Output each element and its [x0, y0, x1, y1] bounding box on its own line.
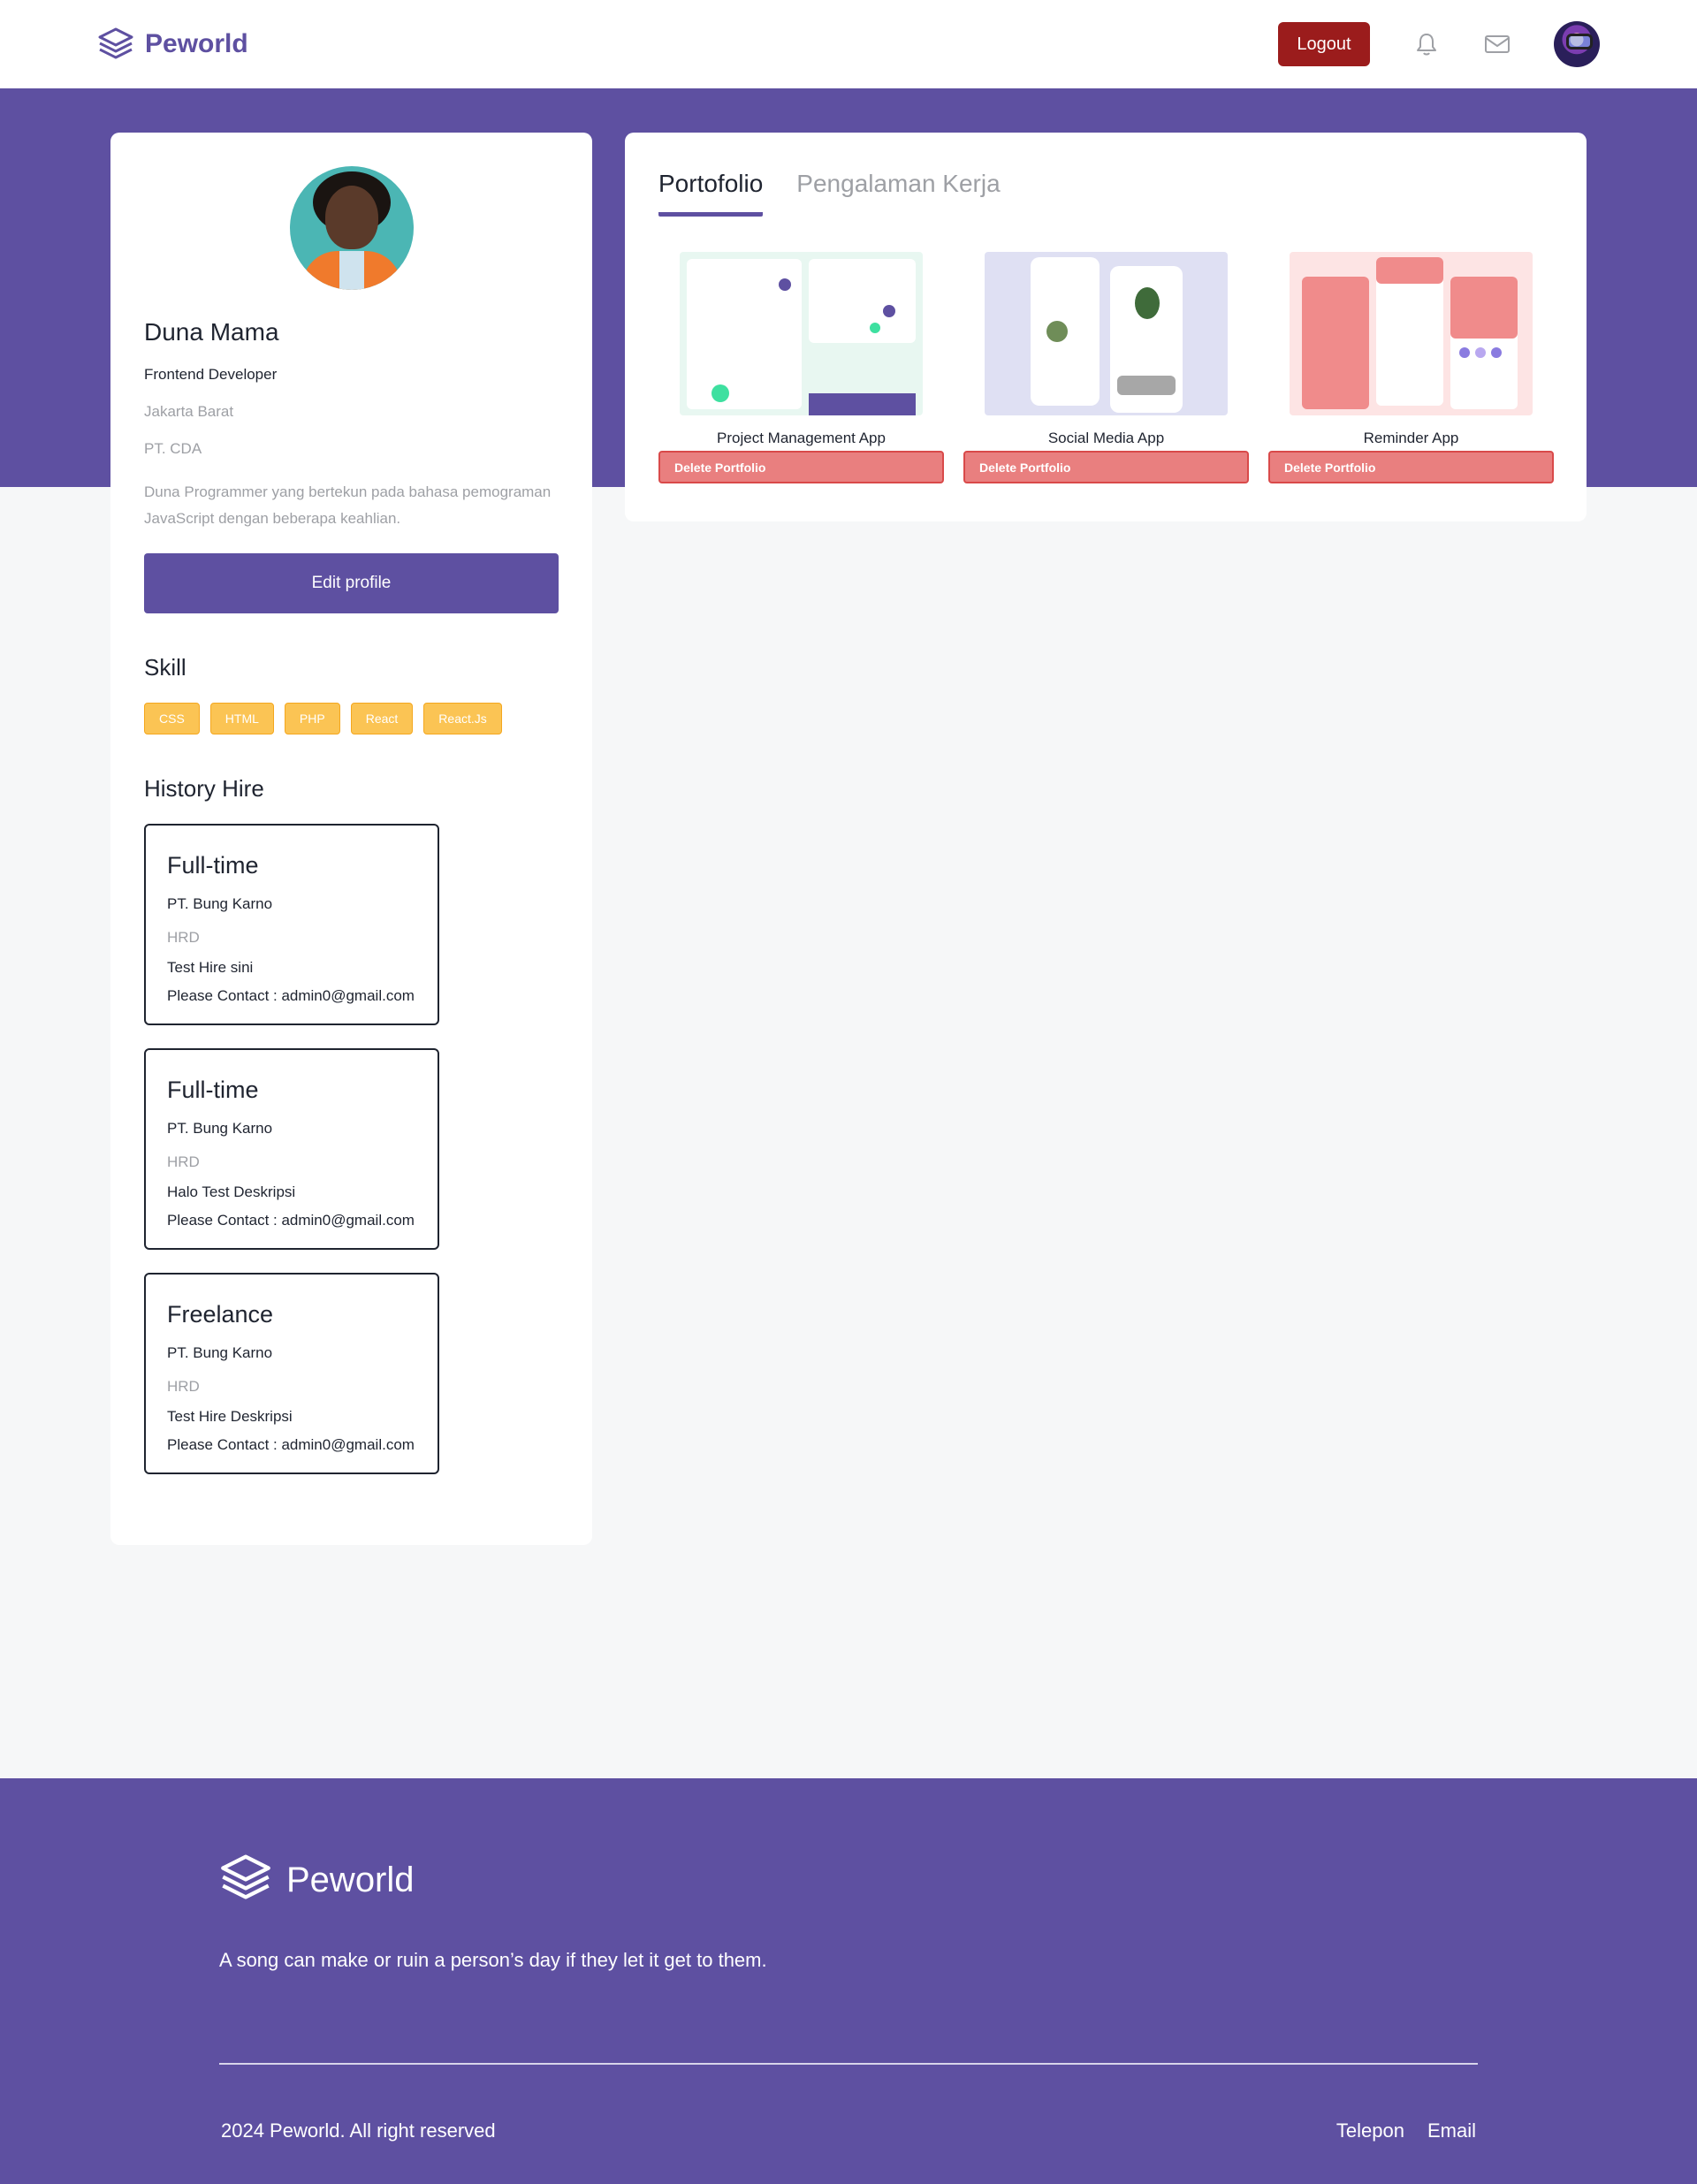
- portfolio-item: Social Media App Delete Portfolio: [963, 252, 1249, 483]
- delete-portfolio-button[interactable]: Delete Portfolio: [1268, 451, 1554, 483]
- skill-title: Skill: [144, 654, 186, 681]
- skill-badge: PHP: [284, 703, 340, 734]
- history-title: History Hire: [144, 775, 264, 802]
- hire-position: HRD: [167, 1153, 200, 1170]
- tab-portofolio[interactable]: Portofolio: [658, 170, 764, 217]
- portfolio-thumbnail[interactable]: [680, 252, 923, 415]
- portfolio-item: Reminder App Delete Portfolio: [1268, 252, 1554, 483]
- footer-copyright: 2024 Peworld. All right reserved: [221, 2119, 496, 2142]
- delete-portfolio-button[interactable]: Delete Portfolio: [658, 451, 944, 483]
- hire-position: HRD: [167, 1378, 200, 1395]
- tab-bar: Portofolio Pengalaman Kerja: [658, 170, 1553, 217]
- edit-profile-button[interactable]: Edit profile: [144, 553, 559, 613]
- tab-pengalaman-kerja[interactable]: Pengalaman Kerja: [796, 170, 1000, 217]
- profile-company: PT. CDA: [144, 440, 202, 457]
- profile-location: Jakarta Barat: [144, 403, 234, 420]
- footer-links: Telepon Email: [1336, 2119, 1476, 2142]
- portfolio-grid: Project Management App Delete Portfolio …: [658, 252, 1554, 483]
- profile-avatar: [289, 166, 414, 290]
- hire-type: Full-time: [167, 852, 259, 879]
- portfolio-title: Social Media App: [1047, 430, 1165, 446]
- hire-description: Test Hire Deskripsi: [167, 1408, 293, 1425]
- hire-company: PT. Bung Karno: [167, 895, 273, 912]
- footer: Peworld A song can make or ruin a person…: [0, 1778, 1697, 2184]
- hire-position: HRD: [167, 929, 200, 946]
- history-list: Full-time PT. Bung Karno HRD Test Hire s…: [144, 824, 559, 1474]
- skill-badge: HTML: [209, 703, 274, 734]
- history-card: Full-time PT. Bung Karno HRD Halo Test D…: [144, 1048, 439, 1250]
- hire-company: PT. Bung Karno: [167, 1120, 273, 1137]
- skill-badge: React: [350, 703, 414, 734]
- peworld-logo-icon: [97, 27, 134, 62]
- footer-divider: [219, 2063, 1478, 2065]
- portfolio-thumbnail[interactable]: [1290, 252, 1533, 415]
- history-card: Freelance PT. Bung Karno HRD Test Hire D…: [144, 1273, 439, 1474]
- user-avatar[interactable]: [1554, 21, 1600, 67]
- logout-button[interactable]: Logout: [1278, 22, 1370, 66]
- delete-portfolio-button[interactable]: Delete Portfolio: [963, 451, 1249, 483]
- navbar: Peworld Logout: [0, 0, 1697, 88]
- portfolio-title: Reminder App: [1363, 430, 1459, 446]
- portfolio-card: Portofolio Pengalaman Kerja Project Mana…: [625, 133, 1587, 521]
- profile-card: Duna Mama Frontend Developer Jakarta Bar…: [110, 133, 592, 1545]
- brand[interactable]: Peworld: [97, 27, 248, 62]
- footer-link-telepon[interactable]: Telepon: [1336, 2119, 1404, 2142]
- profile-description: Duna Programmer yang bertekun pada bahas…: [144, 483, 552, 527]
- peworld-logo-icon: [219, 1853, 272, 1908]
- footer-brand: Peworld: [219, 1853, 415, 1908]
- hire-description: Halo Test Deskripsi: [167, 1183, 296, 1200]
- skill-badge: CSS: [144, 703, 200, 734]
- skill-badge: React.Js: [423, 703, 502, 734]
- hire-description: Test Hire sini: [167, 959, 254, 976]
- footer-tagline: A song can make or ruin a person’s day i…: [219, 1949, 767, 1971]
- hire-contact: Please Contact : admin0@gmail.com: [167, 1436, 415, 1453]
- history-card: Full-time PT. Bung Karno HRD Test Hire s…: [144, 824, 439, 1025]
- hire-contact: Please Contact : admin0@gmail.com: [167, 1212, 415, 1229]
- mail-icon[interactable]: [1483, 30, 1511, 58]
- portfolio-thumbnail[interactable]: [985, 252, 1228, 415]
- hire-company: PT. Bung Karno: [167, 1344, 273, 1361]
- skill-list: CSS HTML PHP React React.Js: [144, 703, 559, 734]
- portfolio-title: Project Management App: [717, 430, 886, 446]
- profile-job: Frontend Developer: [144, 366, 278, 383]
- profile-name: Duna Mama: [144, 318, 279, 346]
- hire-type: Full-time: [167, 1077, 259, 1103]
- brand-name: Peworld: [145, 29, 248, 58]
- portfolio-item: Project Management App Delete Portfolio: [658, 252, 944, 483]
- hire-contact: Please Contact : admin0@gmail.com: [167, 987, 415, 1004]
- bell-icon[interactable]: [1412, 30, 1441, 58]
- footer-brand-name: Peworld: [286, 1861, 415, 1899]
- footer-link-email[interactable]: Email: [1427, 2119, 1476, 2142]
- hire-type: Freelance: [167, 1301, 274, 1328]
